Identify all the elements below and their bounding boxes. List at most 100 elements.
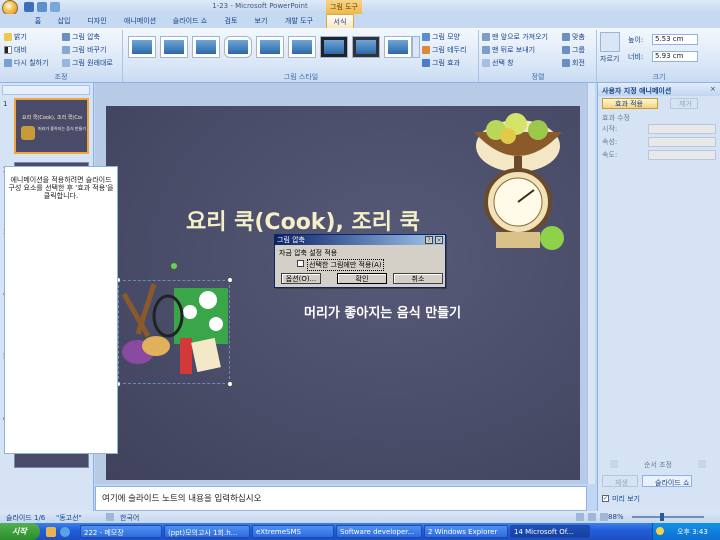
gallery-scroll[interactable] bbox=[412, 36, 420, 58]
zoom-slider[interactable] bbox=[632, 516, 704, 518]
group-label-picture-styles: 그림 스타일 bbox=[283, 73, 319, 81]
property-dropdown[interactable] bbox=[648, 137, 716, 147]
tab-slideshow[interactable]: 슬라이드 쇼 bbox=[170, 14, 210, 28]
picture-tools-context-title: 그림 도구 bbox=[326, 0, 362, 14]
picture-style-7[interactable] bbox=[320, 36, 348, 58]
tab-design[interactable]: 디자인 bbox=[84, 14, 110, 28]
animation-list[interactable] bbox=[4, 166, 118, 454]
taskbar-item-ppt-exam[interactable]: (ppt)모의고사 1회.h... bbox=[164, 525, 250, 538]
options-button[interactable]: 옵션(O)... bbox=[281, 273, 321, 284]
picture-style-1[interactable] bbox=[128, 36, 156, 58]
recolor-button[interactable]: 다시 칠하기 bbox=[4, 57, 48, 68]
add-effect-button[interactable]: 효과 적용 bbox=[602, 98, 658, 109]
rotate-button[interactable]: 회전 bbox=[562, 57, 585, 68]
taskbar-item-extremesms[interactable]: eXtremeSMS bbox=[252, 525, 334, 538]
undo-icon[interactable] bbox=[37, 2, 47, 12]
width-input[interactable]: 5.93 cm bbox=[652, 51, 698, 62]
property-label: 속성: bbox=[602, 138, 618, 146]
rotate-handle[interactable] bbox=[171, 263, 177, 269]
quicklaunch-icon[interactable] bbox=[46, 527, 56, 537]
thumb-subtitle: 머리가 좋아지는 음식 만들기 bbox=[38, 126, 86, 131]
ok-button[interactable]: 확인 bbox=[337, 273, 387, 284]
start-button[interactable]: 시작 bbox=[0, 523, 40, 540]
apply-selected-checkbox[interactable] bbox=[297, 260, 304, 267]
picture-shape-button[interactable]: 그림 모양 bbox=[422, 31, 460, 42]
picture-style-4[interactable] bbox=[224, 36, 252, 58]
compress-pictures-button[interactable]: 그림 압축 bbox=[62, 31, 100, 42]
group-button[interactable]: 그룹 bbox=[562, 44, 585, 55]
picture-effects-button[interactable]: 그림 효과 bbox=[422, 57, 460, 68]
selection-pane-button[interactable]: 선택 창 bbox=[482, 57, 514, 68]
picture-border-button[interactable]: 그림 테두리 bbox=[422, 44, 466, 55]
redo-icon[interactable] bbox=[50, 2, 60, 12]
tab-view[interactable]: 보기 bbox=[250, 14, 272, 28]
tab-format[interactable]: 서식 bbox=[326, 14, 354, 28]
height-input[interactable]: 5.53 cm bbox=[652, 34, 698, 45]
crop-icon[interactable] bbox=[600, 32, 620, 52]
resize-handle[interactable] bbox=[227, 277, 233, 283]
custom-animation-pane: 사용자 지정 애니메이션 × 효과 적용 제거 효과 수정 시작: 속성: 속도… bbox=[597, 83, 720, 511]
picture-style-3[interactable] bbox=[192, 36, 220, 58]
pane-header: 사용자 지정 애니메이션 bbox=[598, 83, 720, 96]
align-button[interactable]: 맞춤 bbox=[562, 31, 585, 42]
tray-icon[interactable] bbox=[656, 527, 664, 535]
save-icon[interactable] bbox=[24, 2, 34, 12]
apply-selected-label: 선택한 그림에만 적용(A) bbox=[307, 259, 384, 271]
taskbar-item-notepad[interactable]: 222 - 메모장 bbox=[80, 525, 162, 538]
speed-label: 속도: bbox=[602, 151, 618, 159]
picture-style-8[interactable] bbox=[352, 36, 380, 58]
brightness-button[interactable]: 밝기 bbox=[4, 31, 27, 42]
crop-button[interactable]: 자르기 bbox=[600, 54, 626, 64]
tab-home[interactable]: 홈 bbox=[28, 14, 48, 28]
tab-review[interactable]: 검토 bbox=[220, 14, 242, 28]
picture-style-9[interactable] bbox=[384, 36, 412, 58]
slides-pane-tabs[interactable] bbox=[2, 85, 90, 95]
move-down-icon[interactable] bbox=[698, 460, 706, 468]
window-title: 1-23 - Microsoft PowerPoint bbox=[212, 2, 308, 10]
speed-dropdown[interactable] bbox=[648, 150, 716, 160]
taskbar-item-software-developer[interactable]: Software developer... bbox=[336, 525, 422, 538]
autopreview-checkbox[interactable]: ✓ bbox=[602, 495, 609, 502]
start-label: 시작: bbox=[602, 125, 618, 133]
picture-style-6[interactable] bbox=[288, 36, 316, 58]
tab-animations[interactable]: 애니메이션 bbox=[120, 14, 160, 28]
slide-thumbnail-1[interactable]: 요리 쿡(Cook), 조리 쿡(Cook) 머리가 좋아지는 음식 만들기 bbox=[14, 98, 89, 154]
slideshow-button[interactable]: 슬라이드 쇼 bbox=[642, 475, 692, 487]
bring-to-front-button[interactable]: 맨 앞으로 가져오기 bbox=[482, 31, 548, 42]
close-icon[interactable]: × bbox=[435, 236, 443, 244]
reset-picture-button[interactable]: 그림 원래대로 bbox=[62, 57, 113, 68]
tab-developer[interactable]: 개발 도구 bbox=[282, 14, 316, 28]
zoom-slider-thumb[interactable] bbox=[660, 513, 664, 521]
slide-title[interactable]: 요리 쿡(Cook), 조리 쿡 bbox=[186, 204, 486, 236]
vertical-scrollbar[interactable] bbox=[587, 83, 595, 484]
picture-style-5[interactable] bbox=[256, 36, 284, 58]
slideshow-view-icon[interactable] bbox=[600, 513, 608, 521]
picture-shape-icon bbox=[422, 32, 430, 41]
change-picture-button[interactable]: 그림 바꾸기 bbox=[62, 44, 106, 55]
selection-frame[interactable] bbox=[118, 280, 230, 384]
notes-input[interactable]: 여기에 슬라이드 노트의 내용을 입력하십시오 bbox=[95, 486, 587, 511]
move-up-icon[interactable] bbox=[610, 460, 618, 468]
tab-insert[interactable]: 삽입 bbox=[54, 14, 74, 28]
contrast-button[interactable]: 대비 bbox=[4, 44, 27, 55]
rotate-icon bbox=[562, 58, 570, 67]
resize-handle[interactable] bbox=[227, 381, 233, 387]
start-dropdown[interactable] bbox=[648, 124, 716, 134]
brightness-icon bbox=[4, 32, 12, 41]
picture-style-2[interactable] bbox=[160, 36, 188, 58]
slide-subtitle[interactable]: 머리가 좋아지는 음식 만들기 bbox=[304, 302, 564, 321]
normal-view-icon[interactable] bbox=[576, 513, 584, 521]
proofing-icon[interactable] bbox=[106, 513, 114, 521]
taskbar-item-microsoft-office[interactable]: 14 Microsoft Of... bbox=[510, 525, 590, 538]
cancel-button[interactable]: 취소 bbox=[393, 273, 443, 284]
remove-button[interactable]: 제거 bbox=[670, 98, 698, 109]
kitchen-scale-clipart[interactable] bbox=[456, 110, 580, 260]
help-icon[interactable]: ? bbox=[425, 236, 433, 244]
sorter-view-icon[interactable] bbox=[588, 513, 596, 521]
browser-icon[interactable] bbox=[60, 527, 70, 537]
taskbar-item-windows-explorer[interactable]: 2 Windows Explorer bbox=[424, 525, 508, 538]
send-to-back-button[interactable]: 맨 뒤로 보내기 bbox=[482, 44, 535, 55]
height-label: 높이: bbox=[628, 36, 644, 44]
pane-close-icon[interactable]: × bbox=[710, 85, 718, 93]
play-button[interactable]: 재생 bbox=[602, 475, 638, 487]
